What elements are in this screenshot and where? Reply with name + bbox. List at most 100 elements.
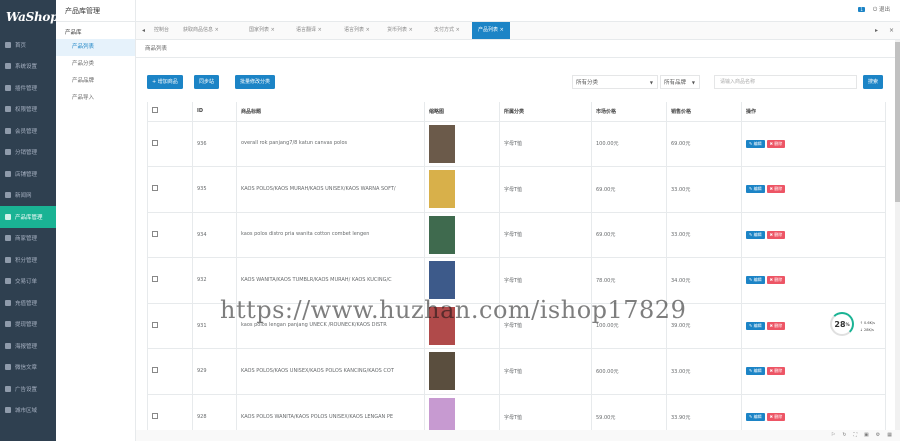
delete-button[interactable]: ✖ 删除 xyxy=(766,276,786,285)
tabs-prev-icon[interactable]: ◂ xyxy=(142,22,145,39)
select-all-header[interactable] xyxy=(147,102,193,122)
nav-item[interactable]: 海报管理 xyxy=(0,335,56,357)
table-row: 935 KAOS POLOS/KAOS MURAH/KAOS UNISEX/KA… xyxy=(147,166,886,212)
add-product-button[interactable]: + 增加商品 xyxy=(147,75,183,89)
tab[interactable]: 获取商品信息 × xyxy=(183,22,219,39)
notification-badge[interactable]: 1 xyxy=(858,7,865,12)
edit-button[interactable]: ✎ 编辑 xyxy=(746,413,765,421)
close-icon[interactable]: × xyxy=(215,27,219,33)
nav-item[interactable]: 首页 xyxy=(0,34,56,56)
product-category: 字母T恤 xyxy=(499,166,592,212)
product-thumbnail xyxy=(429,124,455,163)
delete-button[interactable]: ✖ 删除 xyxy=(766,367,786,376)
nav-item[interactable]: 微信文章 xyxy=(0,357,56,379)
tab[interactable]: 语言列表 × xyxy=(344,22,370,39)
nav-item[interactable]: 产品库管理 xyxy=(0,206,56,228)
nav-item[interactable]: 插件管理 xyxy=(0,77,56,99)
brand-select[interactable]: 所有品牌 ▼ xyxy=(660,75,700,89)
delete-button[interactable]: ✖ 删除 xyxy=(766,185,786,194)
edit-button[interactable]: ✎ 编辑 xyxy=(746,230,765,239)
merchant-icon xyxy=(5,235,11,242)
nav-item[interactable]: 会员管理 xyxy=(0,120,56,142)
edit-button[interactable]: ✎ 编辑 xyxy=(746,367,765,376)
close-icon[interactable]: × xyxy=(456,27,460,33)
market-price: 600.00元 xyxy=(591,348,667,394)
gear-icon xyxy=(5,63,11,70)
close-icon[interactable]: × xyxy=(409,27,413,33)
delete-button[interactable]: ✖ 删除 xyxy=(766,230,786,239)
close-icon[interactable]: × xyxy=(366,27,370,33)
delete-button[interactable]: ✖ 删除 xyxy=(766,139,786,148)
subnav-item[interactable]: 产品品牌 xyxy=(56,73,135,90)
product-table: ID 商品标题 缩略图 所属分类 市场价格 销售价格 操作 936 overall rok … xyxy=(147,102,886,440)
subnav-item[interactable]: 产品列表 xyxy=(56,39,135,56)
home-icon xyxy=(5,41,11,48)
tab[interactable]: 支付方式 × xyxy=(434,22,460,39)
settings-icon[interactable]: ⚙ xyxy=(876,432,880,438)
refresh-icon[interactable]: ↻ xyxy=(842,432,846,438)
column-header: 所属分类 xyxy=(499,102,592,122)
search-button[interactable]: 搜索 xyxy=(863,75,884,89)
nav-item[interactable]: 充值管理 xyxy=(0,292,56,314)
scrollbar[interactable] xyxy=(895,40,900,430)
edit-button[interactable]: ✎ 编辑 xyxy=(746,276,765,285)
nav-item[interactable]: 广告设置 xyxy=(0,378,56,400)
nav-item[interactable]: 积分管理 xyxy=(0,249,56,271)
logout-link[interactable]: ⏻ 退出 xyxy=(873,5,890,14)
pin-icon[interactable]: ⚐ xyxy=(831,432,835,438)
fullscreen-icon[interactable]: ⛶ xyxy=(854,432,858,438)
tabs-close-all-icon[interactable]: × xyxy=(889,22,894,39)
tabs-next-icon[interactable]: ▸ xyxy=(875,22,878,39)
order-icon xyxy=(5,278,11,285)
market-price: 69.00元 xyxy=(591,166,667,212)
row-checkbox[interactable] xyxy=(152,321,158,328)
watermark: https://www.huzhan.com/ishop17829 xyxy=(220,296,687,324)
grid-icon[interactable]: ▦ xyxy=(887,432,892,438)
news-icon xyxy=(5,192,11,199)
subnav-title: 产品库管理 xyxy=(56,0,135,22)
tab[interactable]: 语言翻译 × xyxy=(296,22,322,39)
close-icon[interactable]: × xyxy=(271,27,275,33)
nav-item[interactable]: 新闻网 xyxy=(0,185,56,207)
footer: ⚐ ↻ ⛶ ▣ ⚙ ▦ xyxy=(136,430,900,441)
tab[interactable]: 货币列表 × xyxy=(387,22,413,39)
product-thumbnail xyxy=(429,352,455,391)
product-title: KAOS POLOS/KAOS UNISEX/KAOS POLOS KANCIN… xyxy=(236,348,425,394)
column-header: ID xyxy=(192,102,237,122)
nav-item[interactable]: 交易订单 xyxy=(0,271,56,293)
tab[interactable]: 产品列表 × xyxy=(472,22,510,39)
category-select[interactable]: 所有分类 ▼ xyxy=(572,75,658,89)
nav-item[interactable]: 分销管理 xyxy=(0,142,56,164)
edit-button[interactable]: ✎ 编辑 xyxy=(746,321,765,330)
row-checkbox[interactable] xyxy=(152,276,158,283)
nav-item[interactable]: 店铺管理 xyxy=(0,163,56,185)
search-input[interactable]: 请输入商品名称 xyxy=(714,75,857,89)
row-checkbox[interactable] xyxy=(152,185,158,192)
row-checkbox[interactable] xyxy=(152,139,158,146)
speed-gauge: 28% xyxy=(830,312,854,336)
subnav-item[interactable]: 产品导入 xyxy=(56,90,135,107)
edit-button[interactable]: ✎ 编辑 xyxy=(746,139,765,148)
row-checkbox[interactable] xyxy=(152,367,158,374)
sync-button[interactable]: 同步站 xyxy=(194,75,220,89)
batch-category-button[interactable]: 批量修改分类 xyxy=(235,75,276,89)
nav-item[interactable]: 商家管理 xyxy=(0,228,56,250)
delete-button[interactable]: ✖ 删除 xyxy=(766,321,786,330)
row-checkbox[interactable] xyxy=(152,413,158,419)
close-icon[interactable]: × xyxy=(318,27,322,33)
nav-item[interactable]: 权限管理 xyxy=(0,99,56,121)
nav-item[interactable]: 系统设置 xyxy=(0,56,56,78)
nav-item[interactable]: 城市区域 xyxy=(0,400,56,422)
screenshot-icon[interactable]: ▣ xyxy=(864,432,869,438)
delete-button[interactable]: ✖ 删除 xyxy=(766,413,786,421)
lock-icon xyxy=(5,106,11,113)
tab[interactable]: 控制台 xyxy=(154,22,169,39)
tab[interactable]: 国家列表 × xyxy=(249,22,275,39)
select-all-checkbox[interactable] xyxy=(152,107,158,114)
edit-button[interactable]: ✎ 编辑 xyxy=(746,185,765,194)
close-icon[interactable]: × xyxy=(500,27,504,33)
nav-item[interactable]: 提现管理 xyxy=(0,314,56,336)
column-header: 市场价格 xyxy=(591,102,667,122)
row-checkbox[interactable] xyxy=(152,230,158,237)
subnav-item[interactable]: 产品分类 xyxy=(56,56,135,73)
